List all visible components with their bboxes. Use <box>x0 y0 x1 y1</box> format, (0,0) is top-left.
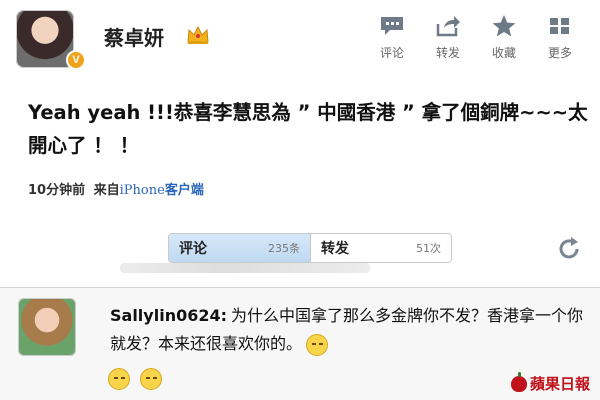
post-text: Yeah yeah !!!恭喜李慧思為 ” 中國香港 ” 拿了個銅牌~~~太開心… <box>28 101 588 157</box>
emoji-row <box>104 368 162 390</box>
favorite-button[interactable]: 收藏 <box>476 14 532 61</box>
forward-icon <box>436 16 460 37</box>
comment-body: Sallylin0624: 为什么中国拿了那么多金牌你不发？香港拿一个你就发？本来… <box>110 302 588 358</box>
apple-logo-icon <box>510 371 527 392</box>
post-meta: 10分钟前 来自iPhone客户端 <box>28 179 204 198</box>
verified-badge-icon: V <box>66 50 86 70</box>
tab-forwards-label: 转发 <box>321 241 349 257</box>
smirk-emoji-icon <box>140 368 162 390</box>
comment-icon <box>381 17 403 35</box>
post-time: 10分钟前 <box>28 183 86 198</box>
tab-comments-label: 评论 <box>179 241 207 257</box>
comment-label: 评论 <box>379 46 404 60</box>
action-bar: 评论 转发 收藏 更多 <box>364 14 588 61</box>
more-label: 更多 <box>547 46 572 60</box>
favorite-label: 收藏 <box>491 46 516 60</box>
tab-comments[interactable]: 评论 235条 <box>169 234 310 262</box>
watermark-text: 蘋果日報 <box>529 375 590 393</box>
smirk-emoji-icon <box>108 368 130 390</box>
commenter-name[interactable]: Sallylin0624: <box>110 306 227 325</box>
comment-forward-tabs: 评论 235条 转发 51次 <box>168 233 452 263</box>
watermark-logo: 蘋果日報 <box>510 371 590 394</box>
post-header: V 蔡卓妍 评论 转发 收藏 更多 <box>0 0 600 82</box>
commenter-avatar[interactable] <box>18 298 76 356</box>
more-icon <box>550 18 569 34</box>
star-icon <box>492 15 516 37</box>
tab-comments-count: 235条 <box>268 242 300 255</box>
comment-button[interactable]: 评论 <box>364 14 420 61</box>
forward-button[interactable]: 转发 <box>420 14 476 61</box>
comment-item: Sallylin0624: 为什么中国拿了那么多金牌你不发？香港拿一个你就发？本来… <box>0 288 600 400</box>
more-button[interactable]: 更多 <box>532 14 588 61</box>
source-suffix[interactable]: 客户端 <box>165 183 204 198</box>
obscured-text-line <box>120 263 370 273</box>
forward-label: 转发 <box>435 46 460 60</box>
username[interactable]: 蔡卓妍 <box>104 22 164 51</box>
refresh-icon[interactable] <box>556 236 582 262</box>
source-prefix: 来自 <box>93 183 120 198</box>
source-device-link[interactable]: iPhone <box>120 183 165 198</box>
smirk-emoji-icon <box>306 333 329 356</box>
tab-forwards-count: 51次 <box>416 242 441 255</box>
tab-forwards[interactable]: 转发 51次 <box>310 234 451 262</box>
crown-icon <box>187 25 209 44</box>
